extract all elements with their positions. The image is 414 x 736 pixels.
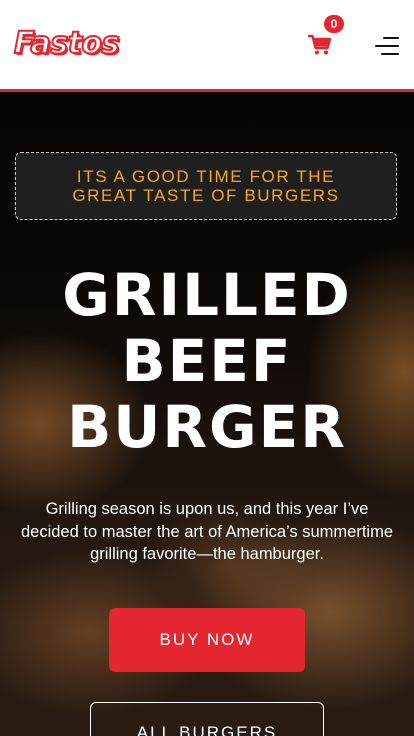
menu-line-top bbox=[383, 37, 399, 39]
hero-title-line-3: BURGER bbox=[67, 393, 347, 461]
menu-line-middle bbox=[375, 45, 399, 47]
buy-now-button[interactable]: BUY NOW bbox=[109, 608, 305, 672]
hero-tagline: ITS A GOOD TIME FOR THE GREAT TASTE OF B… bbox=[72, 167, 340, 205]
all-burgers-button[interactable]: ALL BURGERS bbox=[90, 702, 324, 736]
site-header: Fastos 0 bbox=[0, 0, 414, 92]
shopping-cart-icon bbox=[307, 34, 332, 55]
hero-tagline-box: ITS A GOOD TIME FOR THE GREAT TASTE OF B… bbox=[15, 152, 397, 220]
cart-count-badge: 0 bbox=[324, 15, 344, 33]
cart-button[interactable] bbox=[307, 34, 332, 56]
hero-title-line-1: GRILLED bbox=[62, 261, 352, 329]
brand-logo[interactable]: Fastos bbox=[13, 25, 120, 62]
menu-button[interactable] bbox=[375, 37, 399, 55]
hero-title: GRILLED BEEF BURGER bbox=[0, 262, 414, 460]
hero-description: Grilling season is upon us, and this yea… bbox=[20, 500, 393, 563]
hero-title-line-2: BEEF bbox=[121, 327, 293, 395]
menu-line-bottom bbox=[381, 53, 399, 55]
hero-section: ITS A GOOD TIME FOR THE GREAT TASTE OF B… bbox=[0, 92, 414, 736]
